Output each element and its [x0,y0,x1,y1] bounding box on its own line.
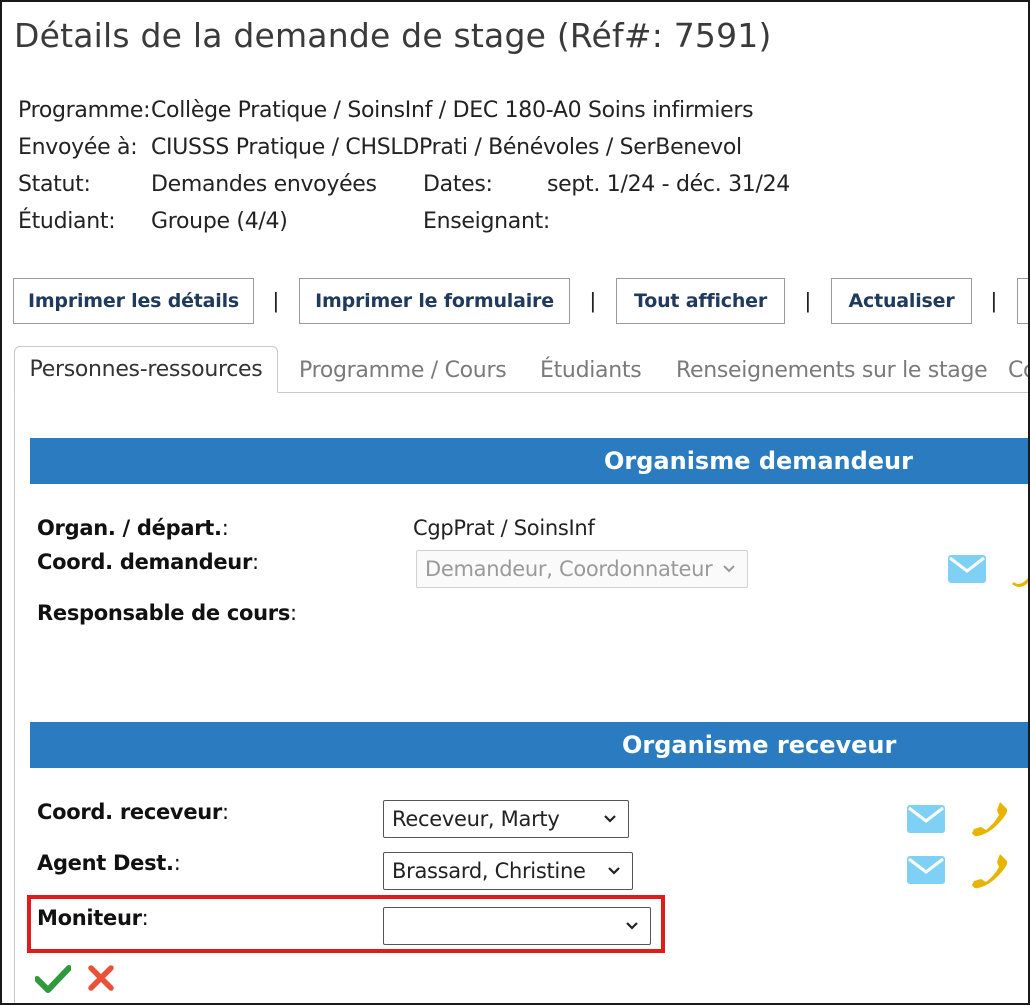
toolbar-separator: | [590,288,596,313]
mail-icon[interactable] [948,555,986,583]
coord-receveur-selected: Receveur, Marty [392,807,560,831]
statut-label: Statut: [18,172,91,197]
tab-panel-border [14,392,15,1003]
organ-label: Organ. / départ.: [37,516,229,540]
mail-icon[interactable] [907,805,945,833]
statut-value: Demandes envoyées [151,172,377,197]
envoyee-label: Envoyée à: [18,135,138,160]
phone-icon[interactable] [1012,568,1030,590]
coord-demandeur-select: Demandeur, Coordonnateur [416,550,748,588]
agent-dest-select[interactable]: Brassard, Christine [383,852,633,890]
chevron-down-icon [626,922,638,930]
checkmark-icon[interactable] [35,965,71,993]
phone-icon[interactable] [972,852,1008,890]
print-details-button[interactable]: Imprimer les détails [13,278,254,324]
mail-icon[interactable] [907,856,945,884]
programme-value: Collège Pratique / SoinsInf / DEC 180-A0… [151,98,754,123]
organ-value: CgpPrat / SoinsInf [413,516,595,540]
responsable-cours-label: Responsable de cours: [37,601,297,625]
coord-receveur-select[interactable]: Receveur, Marty [383,800,629,838]
envoyee-value: CIUSSS Pratique / CHSLDPrati / Bénévoles… [151,135,742,160]
tab-etudiants[interactable]: Étudiants [540,358,642,383]
tab-personnes-ressources[interactable]: Personnes-ressources [14,346,278,393]
tab-programme-cours[interactable]: Programme / Cours [299,358,507,383]
tab-partial[interactable]: Co [1008,358,1028,383]
phone-icon[interactable] [972,800,1008,838]
refresh-button[interactable]: Actualiser [831,278,972,324]
agent-dest-label: Agent Dest.: [37,851,181,875]
tab-renseignements-stage[interactable]: Renseignements sur le stage [676,358,988,383]
receveur-header: Organisme receveur [30,722,1028,768]
moniteur-select[interactable] [383,907,651,945]
show-all-button[interactable]: Tout afficher [616,278,785,324]
coord-demandeur-label: Coord. demandeur: [37,550,259,574]
toolbar-separator: | [991,288,997,313]
coord-receveur-label: Coord. receveur: [37,800,229,824]
demandeur-header: Organisme demandeur [30,438,1028,484]
dates-label: Dates: [423,172,493,197]
toolbar-button-partial[interactable] [1017,278,1028,324]
toolbar-separator: | [273,288,279,313]
window-frame: Détails de la demande de stage (Réf#: 75… [0,0,1030,1005]
moniteur-label: Moniteur: [37,906,149,930]
programme-label: Programme: [18,98,151,123]
toolbar-separator: | [805,288,811,313]
print-form-button[interactable]: Imprimer le formulaire [299,278,570,324]
chevron-down-icon [604,815,616,823]
close-icon[interactable] [88,965,114,991]
chevron-down-icon [608,867,620,875]
dates-value: sept. 1/24 - déc. 31/24 [547,172,790,197]
enseignant-label: Enseignant: [423,209,551,234]
etudiant-label: Étudiant: [18,209,116,234]
coord-demandeur-selected: Demandeur, Coordonnateur [425,557,713,581]
etudiant-value: Groupe (4/4) [151,209,288,234]
page-title: Détails de la demande de stage (Réf#: 75… [14,16,772,55]
chevron-down-icon [723,565,735,573]
agent-dest-selected: Brassard, Christine [392,859,586,883]
